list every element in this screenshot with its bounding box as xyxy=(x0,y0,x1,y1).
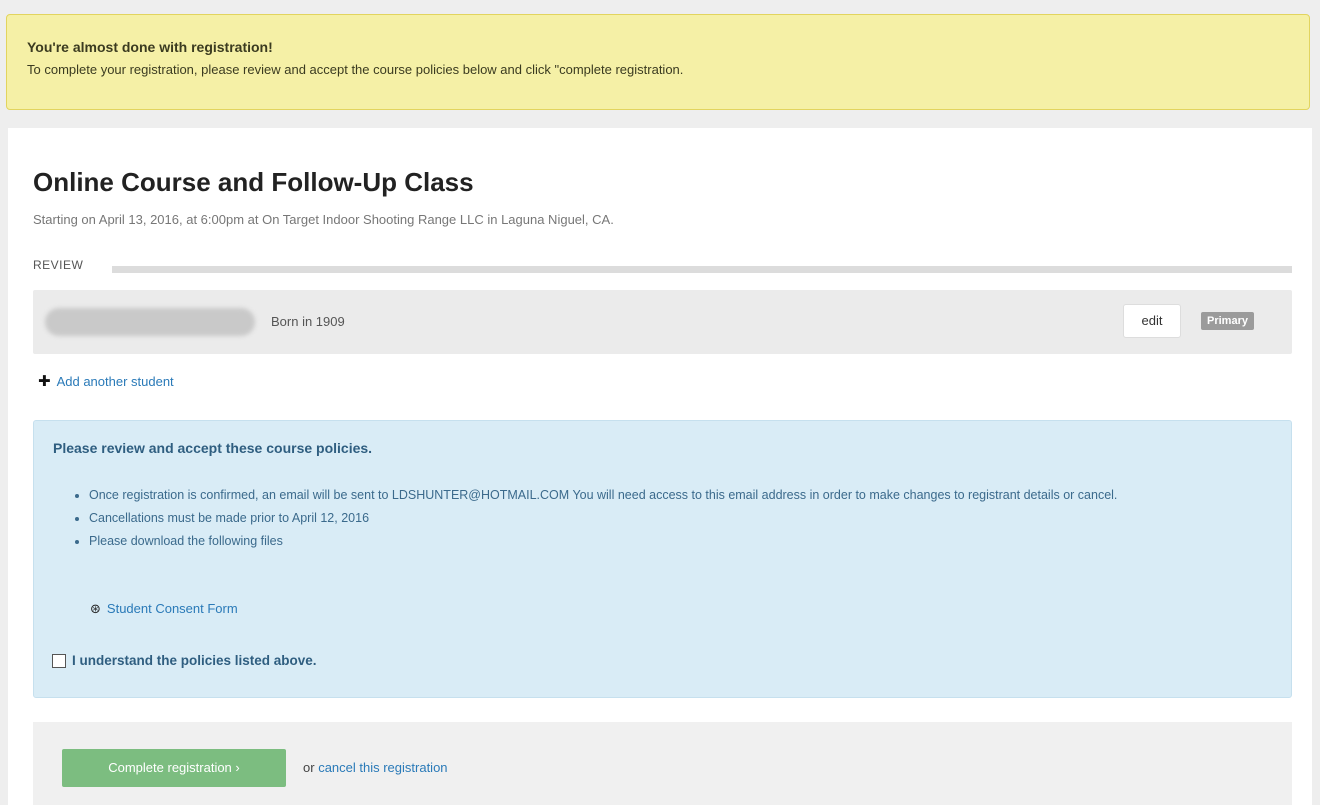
section-divider xyxy=(112,266,1292,273)
student-row: Born in 1909 edit Primary xyxy=(33,290,1292,354)
policy-list: Once registration is confirmed, an email… xyxy=(74,485,1269,554)
download-icon: ⊛ xyxy=(90,601,101,616)
course-policies-box: Please review and accept these course po… xyxy=(33,420,1292,698)
edit-student-button[interactable]: edit xyxy=(1123,304,1181,338)
accept-policies-checkbox[interactable] xyxy=(52,653,66,668)
cancel-prefix: or xyxy=(303,760,315,775)
add-student-link[interactable]: ✚ Add another student xyxy=(38,372,174,390)
chevron-right-icon: › xyxy=(235,760,240,775)
plus-icon: ✚ xyxy=(38,373,51,390)
primary-badge: Primary xyxy=(1201,312,1254,330)
cancel-text: or cancel this registration xyxy=(303,760,448,775)
registration-footer: Complete registration › or cancel this r… xyxy=(33,722,1292,805)
policy-item: Cancellations must be made prior to Apri… xyxy=(89,508,1269,529)
alert-title: You're almost done with registration! xyxy=(27,39,273,55)
review-section-label: REVIEW xyxy=(33,258,84,272)
policies-title: Please review and accept these course po… xyxy=(53,440,373,456)
course-subtitle: Starting on April 13, 2016, at 6:00pm at… xyxy=(33,212,614,227)
course-title: Online Course and Follow-Up Class xyxy=(33,167,474,197)
complete-registration-button[interactable]: Complete registration › xyxy=(62,749,286,787)
policy-item: Once registration is confirmed, an email… xyxy=(89,485,1269,506)
registration-panel: Online Course and Follow-Up Class Starti… xyxy=(8,128,1312,805)
alert-message: To complete your registration, please re… xyxy=(27,62,684,77)
student-consent-form-link[interactable]: ⊛ Student Consent Form xyxy=(90,601,238,617)
cancel-registration-link[interactable]: cancel this registration xyxy=(318,760,447,775)
add-student-label: Add another student xyxy=(56,374,174,389)
redacted-student-name xyxy=(45,308,255,336)
complete-registration-label: Complete registration xyxy=(108,760,232,775)
file-link-label: Student Consent Form xyxy=(106,601,238,616)
student-birth-year: Born in 1909 xyxy=(271,314,345,329)
registration-alert: You're almost done with registration! To… xyxy=(6,14,1310,110)
accept-policies[interactable]: I understand the policies listed above. xyxy=(52,653,317,668)
accept-policies-label: I understand the policies listed above. xyxy=(72,653,317,668)
policy-item: Please download the following files xyxy=(89,531,1269,552)
